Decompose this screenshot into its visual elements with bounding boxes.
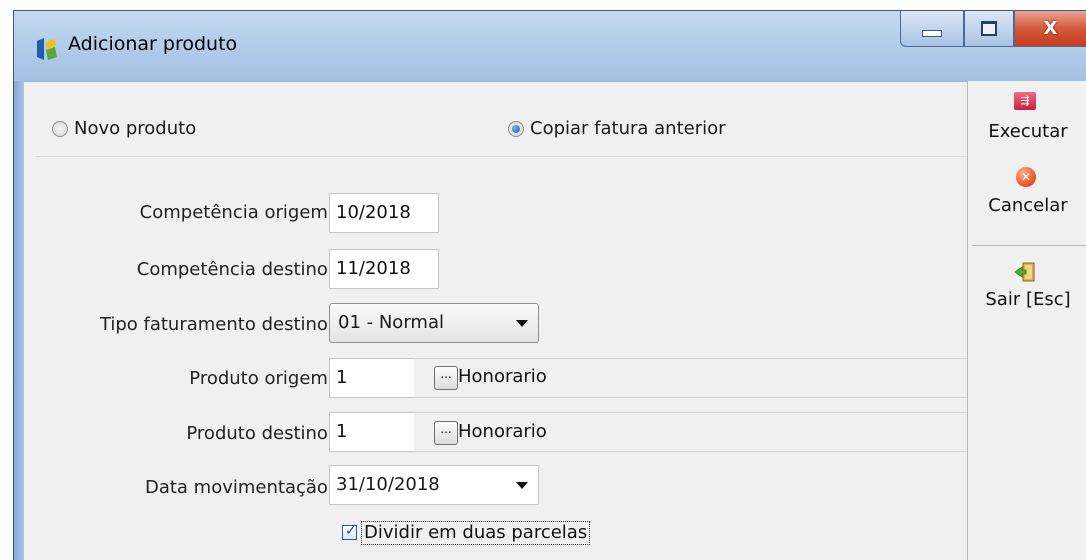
close-icon: X <box>1043 18 1058 39</box>
minimize-button[interactable] <box>900 11 964 47</box>
radio-button-icon[interactable] <box>52 120 68 137</box>
title-bar[interactable]: Adicionar produto X <box>14 11 1086 81</box>
mode-radio-group: Novo produto Copiar fatura anterior <box>36 92 967 157</box>
produto-destino-name: Honorario <box>458 421 547 442</box>
radio-novo-produto-label: Novo produto <box>74 118 197 139</box>
produto-destino-search-button[interactable]: ... <box>434 421 458 445</box>
produto-origem-input[interactable]: 1 <box>329 358 419 398</box>
maximize-icon <box>981 21 997 36</box>
competencia-destino-input[interactable]: 11/2018 <box>329 249 439 289</box>
execute-icon[interactable]: ⇶ <box>1014 92 1036 110</box>
close-button[interactable]: X <box>1014 11 1086 47</box>
competencia-origem-label: Competência origem: <box>139 202 334 223</box>
data-movimentacao-label: Data movimentação: <box>144 477 334 498</box>
data-movimentacao-value: 31/10/2018 <box>336 474 440 495</box>
app-logo-icon <box>37 38 57 60</box>
radio-copiar-fatura-label: Copiar fatura anterior <box>530 118 726 139</box>
maximize-button[interactable] <box>964 11 1014 47</box>
sidebar-divider <box>972 245 1086 246</box>
executar-button[interactable]: Executar <box>968 121 1086 142</box>
produto-origem-search-button[interactable]: ... <box>434 366 458 390</box>
window-title: Adicionar produto <box>68 33 238 55</box>
produto-destino-label: Produto destino: <box>186 423 334 444</box>
tipo-faturamento-value: 01 - Normal <box>338 312 444 333</box>
cancelar-button[interactable]: Cancelar <box>968 195 1086 216</box>
dividir-parcelas-label[interactable]: Dividir em duas parcelas <box>361 521 591 545</box>
cancel-icon[interactable]: ✕ <box>1016 167 1036 187</box>
produto-origem-label: Produto origem: <box>189 368 334 389</box>
window-frame-left <box>14 81 24 560</box>
produto-origem-name: Honorario <box>458 366 547 387</box>
data-movimentacao-input[interactable]: 31/10/2018 <box>329 465 539 505</box>
form-panel: Novo produto Copiar fatura anterior Comp… <box>24 81 967 560</box>
dialog-window: Adicionar produto X Novo produto Copiar … <box>13 10 1086 560</box>
action-sidebar: ⇶ Executar ✕ Cancelar Sair [Esc] <box>967 81 1086 560</box>
dividir-parcelas-checkbox[interactable]: ✓ <box>342 523 357 540</box>
radio-novo-produto[interactable]: Novo produto <box>52 118 196 139</box>
competencia-destino-label: Competência destino: <box>136 259 334 280</box>
competencia-origem-input[interactable]: 10/2018 <box>329 193 439 233</box>
exit-door-icon[interactable] <box>1014 261 1036 283</box>
radio-button-selected-icon[interactable] <box>508 120 524 137</box>
tipo-faturamento-label: Tipo faturamento destino: <box>99 314 334 335</box>
checkmark-icon: ✓ <box>345 523 357 539</box>
produto-destino-input[interactable]: 1 <box>329 412 419 452</box>
tipo-faturamento-select[interactable]: 01 - Normal <box>329 303 539 343</box>
radio-copiar-fatura[interactable]: Copiar fatura anterior <box>508 118 726 139</box>
sair-button[interactable]: Sair [Esc] <box>968 289 1086 310</box>
chevron-down-icon[interactable] <box>516 320 528 327</box>
calendar-dropdown-icon[interactable] <box>516 482 528 489</box>
minimize-icon <box>922 30 942 37</box>
